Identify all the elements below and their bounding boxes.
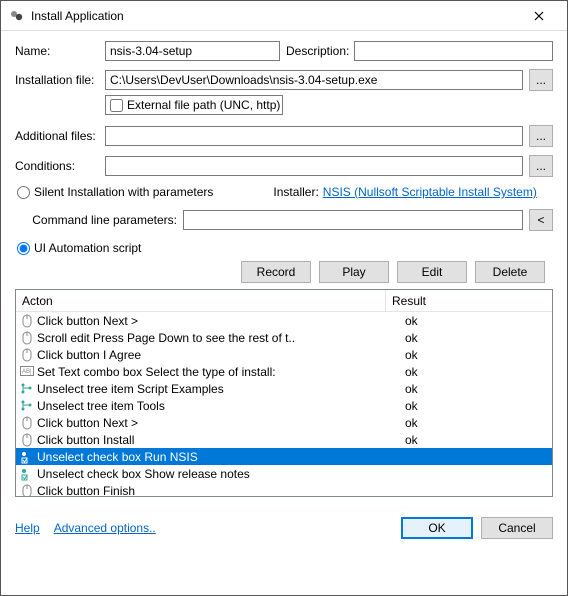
grid-action-text: Unselect check box Run NSIS <box>37 450 399 464</box>
tree-icon <box>20 382 34 396</box>
grid-row[interactable]: AB| Set Text combo box Select the type of… <box>16 363 552 380</box>
additional-files-label: Additional files: <box>15 129 105 143</box>
grid-row[interactable]: Click button Installok <box>16 431 552 448</box>
installer-link[interactable]: NSIS (Nullsoft Scriptable Install System… <box>323 185 537 199</box>
ui-automation-label: UI Automation script <box>34 241 141 255</box>
grid-action-text: Click button Next > <box>37 416 399 430</box>
delete-button[interactable]: Delete <box>475 261 545 283</box>
grid-action-text: Unselect tree item Script Examples <box>37 382 399 396</box>
grid-row[interactable]: Unselect check box Show release notes <box>16 465 552 482</box>
grid-result-text: ok <box>399 382 552 396</box>
close-icon[interactable] <box>519 2 559 30</box>
grid-action-text: Click button Finish <box>37 484 399 498</box>
name-input[interactable] <box>105 41 280 61</box>
mouse-icon <box>20 416 34 430</box>
grid-action-text: Click button I Agree <box>37 348 399 362</box>
grid-result-text: ok <box>399 399 552 413</box>
grid-action-text: Set Text combo box Select the type of in… <box>37 365 399 379</box>
command-line-params-label: Command line parameters: <box>15 213 183 227</box>
mouse-icon <box>20 314 34 328</box>
browse-conditions-button[interactable]: ... <box>529 155 553 177</box>
help-link[interactable]: Help <box>15 521 40 535</box>
check-icon <box>20 450 34 464</box>
actions-grid[interactable]: Acton Result Click button Next >okScroll… <box>15 289 553 497</box>
silent-install-label: Silent Installation with parameters <box>34 185 213 199</box>
browse-installation-file-button[interactable]: ... <box>529 69 553 91</box>
grid-row[interactable]: Unselect tree item Script Examplesok <box>16 380 552 397</box>
grid-row[interactable]: Click button Next >ok <box>16 414 552 431</box>
installer-label: Installer: <box>273 185 318 199</box>
conditions-label: Conditions: <box>15 159 105 173</box>
command-line-params-input[interactable] <box>183 210 523 230</box>
grid-row[interactable]: Click button Finish <box>16 482 552 497</box>
grid-result-text: ok <box>399 314 552 328</box>
advanced-options-link[interactable]: Advanced options.. <box>54 521 156 535</box>
mouse-icon <box>20 484 34 498</box>
description-input[interactable] <box>354 41 553 61</box>
installation-file-input[interactable] <box>105 70 523 90</box>
ok-button[interactable]: OK <box>401 517 473 539</box>
grid-action-text: Unselect check box Show release notes <box>37 467 399 481</box>
play-button[interactable]: Play <box>319 261 389 283</box>
grid-row[interactable]: Click button Next >ok <box>16 312 552 329</box>
grid-result-text: ok <box>399 331 552 345</box>
conditions-input[interactable] <box>105 156 523 176</box>
installation-file-label: Installation file: <box>15 73 105 87</box>
grid-row[interactable]: Scroll edit Press Page Down to see the r… <box>16 329 552 346</box>
app-icon <box>9 8 25 24</box>
grid-result-text: ok <box>399 348 552 362</box>
grid-action-text: Click button Install <box>37 433 399 447</box>
grid-header-result[interactable]: Result <box>386 294 552 308</box>
grid-result-text: ok <box>399 416 552 430</box>
grid-action-text: Unselect tree item Tools <box>37 399 399 413</box>
mouse-icon <box>20 433 34 447</box>
grid-action-text: Click button Next > <box>37 314 399 328</box>
grid-result-text: ok <box>399 365 552 379</box>
external-file-path-checkbox[interactable] <box>110 99 123 112</box>
grid-result-text: ok <box>399 433 552 447</box>
cancel-button[interactable]: Cancel <box>481 517 553 539</box>
ui-automation-radio[interactable] <box>17 242 30 255</box>
mouse-icon <box>20 348 34 362</box>
external-file-path-label: External file path (UNC, http) <box>127 98 280 112</box>
grid-row[interactable]: Unselect check box Run NSIS <box>16 448 552 465</box>
grid-header-action[interactable]: Acton <box>16 290 386 311</box>
name-label: Name: <box>15 44 105 58</box>
browse-additional-files-button[interactable]: ... <box>529 125 553 147</box>
check-icon <box>20 467 34 481</box>
edit-button[interactable]: Edit <box>397 261 467 283</box>
mouse-icon <box>20 331 34 345</box>
additional-files-input[interactable] <box>105 126 523 146</box>
tree-icon <box>20 399 34 413</box>
silent-install-radio[interactable] <box>17 186 30 199</box>
description-label: Description: <box>280 44 350 58</box>
svg-text:AB|: AB| <box>22 369 32 375</box>
window-title: Install Application <box>31 9 519 23</box>
collapse-button[interactable]: < <box>529 209 553 231</box>
record-button[interactable]: Record <box>241 261 311 283</box>
grid-row[interactable]: Unselect tree item Toolsok <box>16 397 552 414</box>
grid-row[interactable]: Click button I Agreeok <box>16 346 552 363</box>
text-icon: AB| <box>20 365 34 379</box>
grid-action-text: Scroll edit Press Page Down to see the r… <box>37 331 399 345</box>
